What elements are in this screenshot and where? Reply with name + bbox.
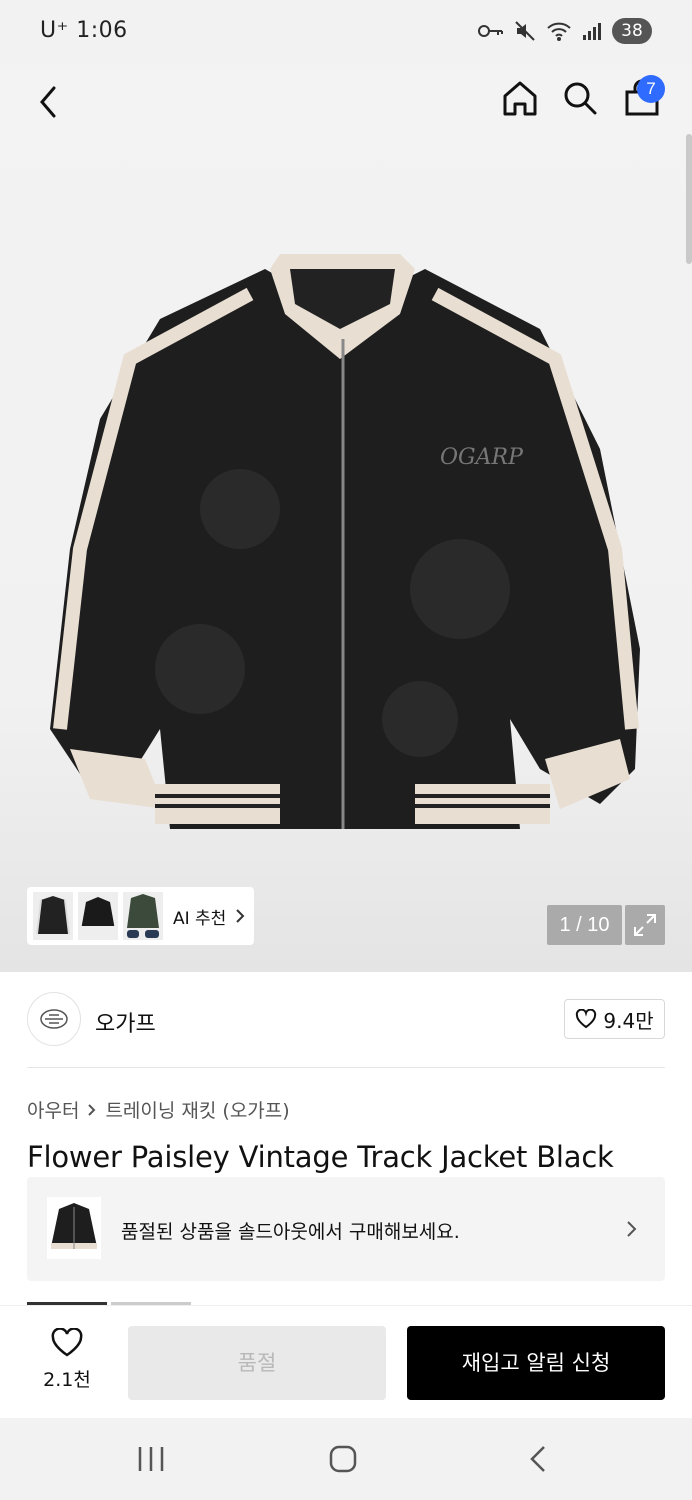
brand-row: 오가프 9.4만	[27, 972, 665, 1068]
breadcrumb-subcategory[interactable]: 트레이닝 재킷 (오가프)	[105, 1096, 289, 1123]
brand-logo-icon	[40, 1009, 68, 1029]
ai-thumbnail-2	[78, 892, 118, 940]
system-back-icon[interactable]	[527, 1444, 549, 1474]
image-counter: 1 / 10	[547, 905, 622, 945]
battery-indicator: 38	[612, 18, 652, 44]
brand-like-count: 9.4만	[603, 1008, 654, 1033]
scrollbar[interactable]	[686, 134, 692, 264]
bottom-action-bar: 2.1천 품절 재입고 알림 신청	[0, 1305, 692, 1418]
mute-icon	[515, 21, 535, 41]
svg-text:OGARP: OGARP	[440, 445, 524, 470]
system-navigation-bar	[0, 1418, 692, 1500]
soldout-button: 품절	[128, 1326, 386, 1400]
status-icons: 38	[478, 18, 652, 44]
product-title: Flower Paisley Vintage Track Jacket Blac…	[27, 1140, 614, 1174]
search-icon[interactable]	[560, 78, 600, 118]
product-image-gallery[interactable]: 7 OGARP AI 추천 1 / 10	[0, 64, 692, 972]
key-icon	[478, 25, 503, 37]
ai-recommendation-label: AI 추천	[173, 908, 227, 929]
cart-count-badge: 7	[637, 75, 665, 103]
soldout-marketplace-banner[interactable]: 품절된 상품을 솔드아웃에서 구매해보세요.	[27, 1177, 665, 1281]
signal-icon	[583, 23, 601, 40]
banner-text: 품절된 상품을 솔드아웃에서 구매해보세요.	[121, 1221, 460, 1243]
wishlist-count: 2.1천	[43, 1369, 91, 1391]
product-image-jacket: OGARP	[50, 254, 640, 829]
breadcrumb: 아우터 트레이닝 재킷 (오가프)	[27, 1096, 290, 1123]
recent-apps-icon[interactable]	[134, 1445, 168, 1473]
restock-alert-button[interactable]: 재입고 알림 신청	[407, 1326, 665, 1400]
breadcrumb-category[interactable]: 아우터	[27, 1096, 79, 1123]
banner-thumbnail	[47, 1197, 101, 1259]
ai-thumbnail-3	[123, 892, 163, 940]
wishlist-button[interactable]: 2.1천	[40, 1327, 94, 1392]
chevron-right-icon	[627, 1221, 637, 1237]
status-bar: U⁺ 1:06 38	[0, 0, 692, 64]
wifi-icon	[547, 22, 571, 41]
home-icon[interactable]	[500, 78, 540, 118]
brand-logo[interactable]	[27, 992, 81, 1046]
brand-name[interactable]: 오가프	[95, 1006, 156, 1038]
heart-icon	[51, 1327, 83, 1357]
expand-icon[interactable]	[625, 905, 665, 945]
status-carrier-time: U⁺ 1:06	[40, 18, 128, 43]
chevron-right-icon	[236, 909, 245, 923]
home-button-icon[interactable]	[328, 1444, 358, 1474]
ai-recommendation-button[interactable]: AI 추천	[27, 887, 254, 945]
chevron-right-icon	[88, 1103, 96, 1116]
brand-like-button[interactable]: 9.4만	[564, 999, 665, 1039]
heart-icon	[576, 1009, 597, 1029]
ai-thumbnail-1	[33, 892, 73, 940]
back-arrow-icon[interactable]	[30, 82, 70, 122]
